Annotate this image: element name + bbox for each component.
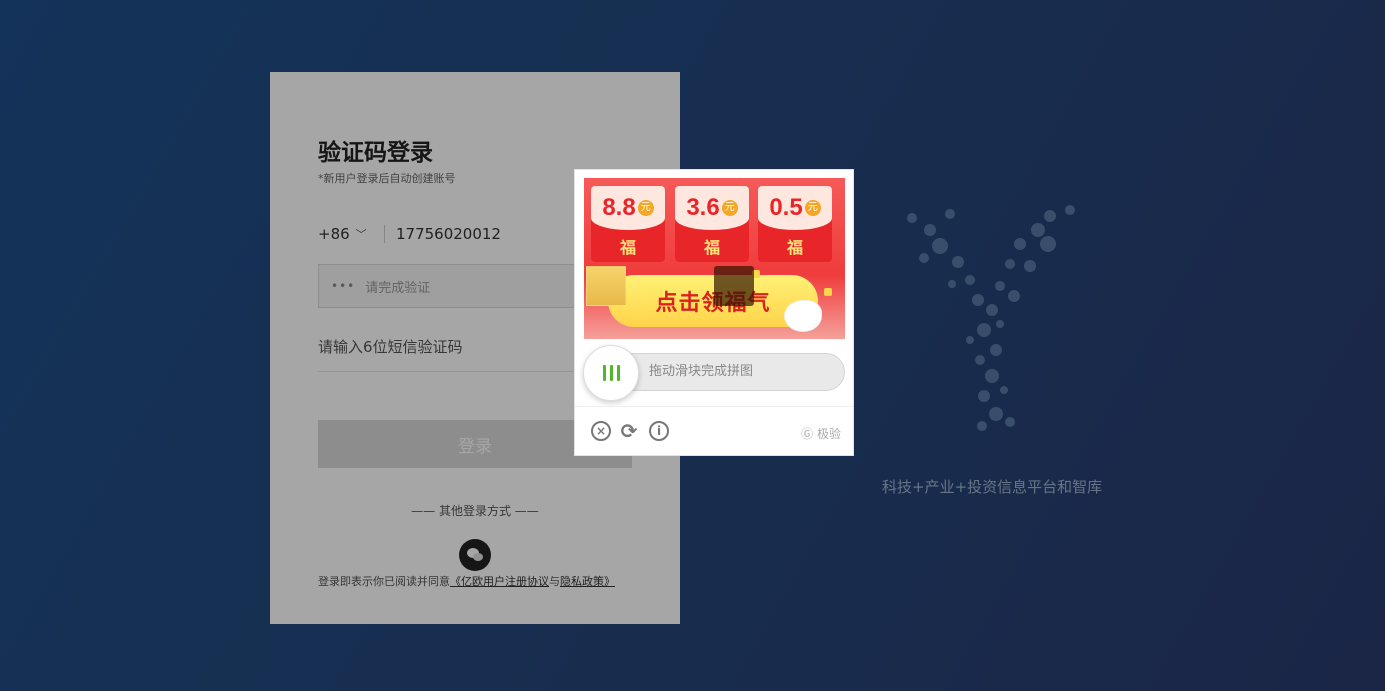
chevron-down-icon: ﹀ [355,228,367,241]
grip-bar [616,365,620,381]
captcha-dots-icon: ••• [331,279,356,293]
slider-handle[interactable] [583,345,639,401]
coupon-1: 8.8 元 福 [591,186,665,262]
pointing-hand-icon [784,300,822,332]
country-code-select[interactable]: +86 ﹀ [318,225,384,243]
wechat-icon [467,548,483,561]
coupon-label: 福 [619,238,636,257]
user-agreement-link[interactable]: 《亿欧用户注册协议 [450,575,549,588]
agreement-and: 与 [549,575,560,588]
captcha-popup: 8.8 元 福 3.6 元 福 0.5 元 福 点击领福气 拖动滑块完成拼图 × ⟳ … [574,169,854,456]
login-title: 验证码登录 [318,140,433,166]
captcha-footer: × ⟳ i Ⓖ 极验 [575,406,853,456]
coupon-label: 福 [786,238,803,257]
phone-divider [384,225,385,243]
captcha-hint: 请完成验证 [365,280,431,296]
coupon-3: 0.5 元 福 [758,186,832,262]
puzzle-image: 8.8 元 福 3.6 元 福 0.5 元 福 点击领福气 [584,178,845,339]
agreement-prefix: 登录即表示你已阅读并同意 [318,575,450,588]
coupon-unit: 元 [804,200,821,216]
puzzle-piece[interactable] [586,266,626,306]
wechat-login-button[interactable] [459,539,491,571]
info-icon[interactable]: i [649,421,669,441]
confetti-shape [824,288,832,296]
refresh-icon[interactable]: ⟳ [619,421,639,441]
coupon-unit: 元 [721,200,738,216]
grip-bar [602,365,606,381]
coupon-amount: 8.8 [602,194,636,221]
brand-slogan: 科技+产业+投资信息平台和智库 [882,478,1103,496]
puzzle-slot [714,266,754,306]
sms-code-input[interactable]: 请输入6位短信验证码 [318,336,463,357]
other-login-methods: —— 其他登录方式 —— [411,504,539,518]
coupon-label: 福 [703,238,720,257]
brand-logo [907,205,1075,431]
phone-number-input[interactable]: 17756020012 [396,225,501,243]
country-code-value: +86 [318,225,350,243]
grip-bar [609,365,613,381]
coupon-amount: 0.5 [769,194,803,221]
geetest-logo-icon: Ⓖ [801,427,814,441]
agreement-text: 登录即表示你已阅读并同意《亿欧用户注册协议与隐私政策》 [318,573,632,589]
slider-hint: 拖动滑块完成拼图 [649,364,754,379]
coupon-2: 3.6 元 福 [675,186,749,262]
coupon-unit: 元 [637,200,654,216]
close-icon[interactable]: × [591,421,611,441]
geetest-brand-label: 极验 [816,427,841,441]
privacy-policy-link[interactable]: 隐私政策》 [560,575,615,588]
geetest-brand: Ⓖ 极验 [801,425,841,442]
coupon-amount: 3.6 [686,194,720,221]
